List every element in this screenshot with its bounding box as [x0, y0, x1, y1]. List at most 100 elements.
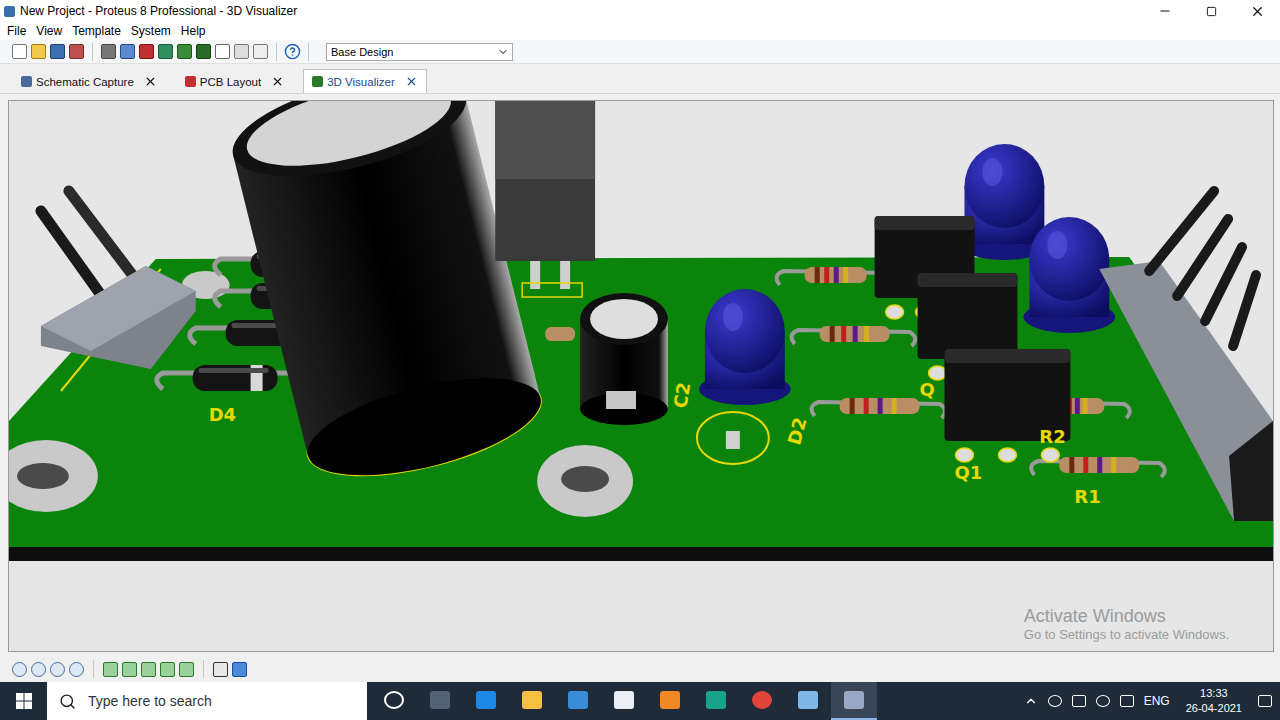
toolbar-button-icon[interactable]: [215, 44, 230, 59]
show-hidden-icon[interactable]: [1024, 694, 1038, 708]
pin-header-right: [1099, 191, 1273, 521]
toolbar-separator: [92, 43, 93, 61]
toolbar-button-icon[interactable]: [50, 44, 65, 59]
close-tab-icon[interactable]: [271, 75, 284, 88]
app-icon: [4, 6, 15, 17]
taskbar-app[interactable]: [831, 682, 877, 720]
electrolytic-capacitor-small: [580, 293, 668, 425]
pcb-3d-view[interactable]: D4C2D2Q1R2R1Q: [9, 101, 1273, 651]
toolbar-button-icon[interactable]: [69, 44, 84, 59]
toolbar-button-icon[interactable]: [120, 44, 135, 59]
app-icon: [568, 691, 588, 709]
microphone-icon[interactable]: [1048, 695, 1062, 707]
app-icon: [430, 691, 450, 709]
menu-item[interactable]: Template: [67, 23, 126, 39]
view-tool-icon[interactable]: [141, 662, 156, 677]
toolbar-button-icon[interactable]: [158, 44, 173, 59]
toolbar-button-icon[interactable]: [12, 44, 27, 59]
app-icon: [476, 691, 496, 709]
led-footprint: [697, 412, 769, 464]
battery-icon[interactable]: [1072, 695, 1086, 707]
language-indicator[interactable]: ENG: [1144, 694, 1170, 708]
view-tool-icon[interactable]: [122, 662, 137, 677]
toolbar: Base Design: [0, 40, 1280, 64]
taskbar-app[interactable]: [417, 682, 463, 720]
board-edge: [9, 547, 1273, 561]
document-tab[interactable]: Schematic Capture: [12, 69, 166, 93]
resistor: [792, 326, 916, 346]
silkscreen-label: Q: [920, 379, 935, 400]
taskbar-search[interactable]: Type here to search: [47, 682, 367, 720]
menu-item[interactable]: System: [126, 23, 176, 39]
taskbar-app[interactable]: [371, 682, 417, 720]
view-tool-icon[interactable]: [50, 662, 65, 677]
notification-icon[interactable]: [1258, 695, 1272, 707]
silkscreen-label: D2: [783, 415, 810, 447]
toolbar-button-icon[interactable]: [139, 44, 154, 59]
view-tool-icon[interactable]: [103, 662, 118, 677]
tab-icon: [185, 76, 196, 87]
variant-select[interactable]: Base Design: [326, 43, 513, 61]
minimize-button[interactable]: [1142, 0, 1188, 22]
close-tab-icon[interactable]: [405, 75, 418, 88]
menu-item[interactable]: Help: [176, 23, 211, 39]
view-tool-icon[interactable]: [213, 662, 228, 677]
mounting-hole: [537, 445, 633, 517]
toolbar-button-icon[interactable]: [101, 44, 116, 59]
toolbar-button-icon[interactable]: [31, 44, 46, 59]
taskbar-app[interactable]: [463, 682, 509, 720]
silkscreen-label: D4: [209, 404, 236, 425]
taskbar-app[interactable]: [509, 682, 555, 720]
menu-item[interactable]: View: [31, 23, 67, 39]
tab-icon: [312, 76, 323, 87]
taskbar-app[interactable]: [601, 682, 647, 720]
title-bar: New Project - Proteus 8 Professional - 3…: [0, 0, 1280, 22]
view-tool-icon[interactable]: [12, 662, 27, 677]
silkscreen-label: R1: [1074, 486, 1100, 507]
close-tab-icon[interactable]: [144, 75, 157, 88]
wifi-icon[interactable]: [1096, 695, 1110, 707]
voltage-regulator: [495, 101, 595, 297]
system-tray: ENG 13:3326-04-2021: [1024, 686, 1280, 716]
close-icon: [1250, 4, 1265, 19]
view-tool-icon[interactable]: [31, 662, 46, 677]
toolbar-button-icon[interactable]: [253, 44, 268, 59]
maximize-button[interactable]: [1188, 0, 1234, 22]
app-icon: [660, 691, 680, 709]
toolbar-button-icon[interactable]: [177, 44, 192, 59]
start-button[interactable]: [0, 682, 47, 720]
close-button[interactable]: [1234, 0, 1280, 22]
menu-item[interactable]: File: [2, 23, 31, 39]
chevron-down-icon: [497, 46, 509, 58]
app-icon: [844, 691, 864, 709]
windows-logo-icon: [16, 693, 32, 709]
taskbar-app[interactable]: [739, 682, 785, 720]
view-tool-icon[interactable]: [69, 662, 84, 677]
view-tool-icon[interactable]: [232, 662, 247, 677]
viewport: D4C2D2Q1R2R1QActivate WindowsGo to Setti…: [8, 100, 1274, 652]
document-tab[interactable]: PCB Layout: [176, 69, 293, 93]
toolbar-button-icon[interactable]: [196, 44, 211, 59]
toolbar-button-icon[interactable]: [234, 44, 249, 59]
taskbar-app[interactable]: [693, 682, 739, 720]
pin-header-left: [41, 191, 196, 369]
led: [699, 289, 791, 405]
document-tab[interactable]: 3D Visualizer: [303, 69, 427, 93]
help-icon[interactable]: [284, 43, 301, 60]
view-tool-icon[interactable]: [160, 662, 175, 677]
transistor: [945, 349, 1071, 462]
taskbar-app[interactable]: [555, 682, 601, 720]
search-icon: [59, 693, 76, 710]
mounting-hole: [9, 440, 98, 512]
tab-icon: [21, 76, 32, 87]
pcb-board: [9, 257, 1273, 547]
volume-icon[interactable]: [1120, 695, 1134, 707]
clock[interactable]: 13:3326-04-2021: [1180, 686, 1248, 716]
taskbar-app[interactable]: [785, 682, 831, 720]
tab-bar: Schematic Capture PCB Layout 3D Visualizer: [0, 64, 1280, 94]
taskbar-app[interactable]: [647, 682, 693, 720]
toolbar-separator: [308, 43, 309, 61]
app-icon: [798, 691, 818, 709]
minimize-icon: [1158, 4, 1172, 18]
view-tool-icon[interactable]: [179, 662, 194, 677]
